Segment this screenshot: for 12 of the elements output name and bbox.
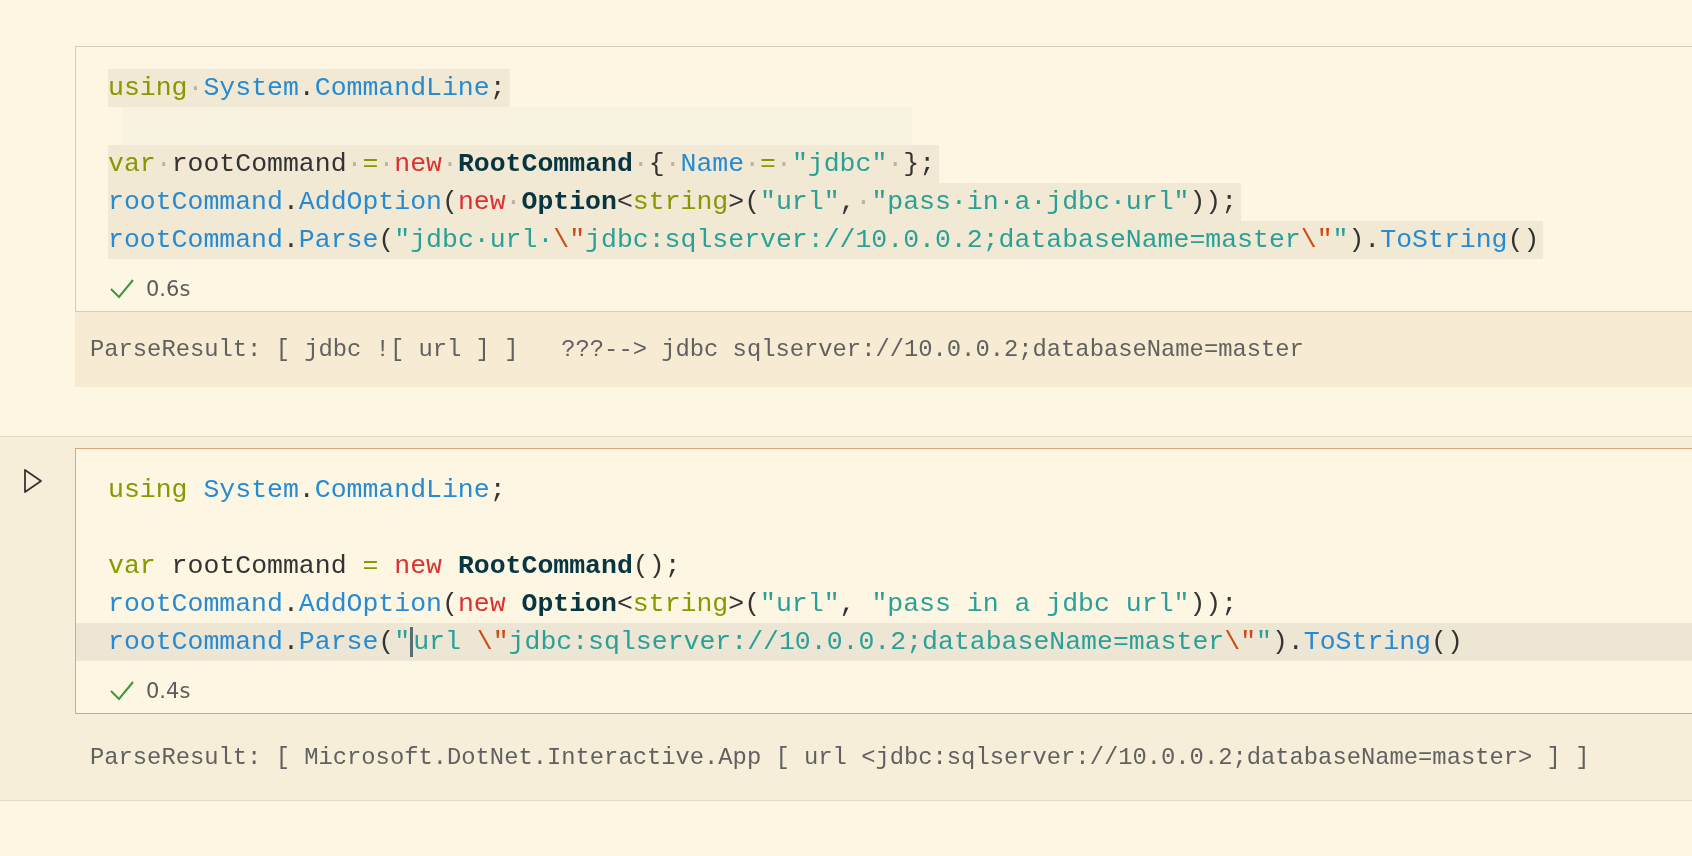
execution-time: 0.6s xyxy=(146,277,191,301)
code-cell[interactable] xyxy=(75,46,1692,312)
code-text: rootCommand.Parse(" xyxy=(108,627,411,657)
execution-time: 0.4s xyxy=(146,679,191,703)
code-text: url \"jdbc:sqlserver://10.0.0.2;databaseName=master\"").ToString() xyxy=(413,627,1463,657)
code-line: var rootCommand = new RootCommand(); xyxy=(108,550,682,583)
code-line: rootCommand.AddOption(new Option<string>("url", "pass in a jdbc url")); xyxy=(108,588,1239,621)
output-text: ParseResult: [ jdbc ![ url ] ] ???--> jdbc sqlserver://10.0.0.2;databaseName=master xyxy=(90,336,1304,363)
code-line: using System.CommandLine; xyxy=(108,474,507,507)
code-cell[interactable] xyxy=(75,448,1692,714)
output-text: ParseResult: [ Microsoft.DotNet.Interactive.App [ url <jdbc:sqlserver://10.0.0.2;databaseName=master> ] ] xyxy=(90,743,1590,771)
text-cursor xyxy=(410,627,414,657)
